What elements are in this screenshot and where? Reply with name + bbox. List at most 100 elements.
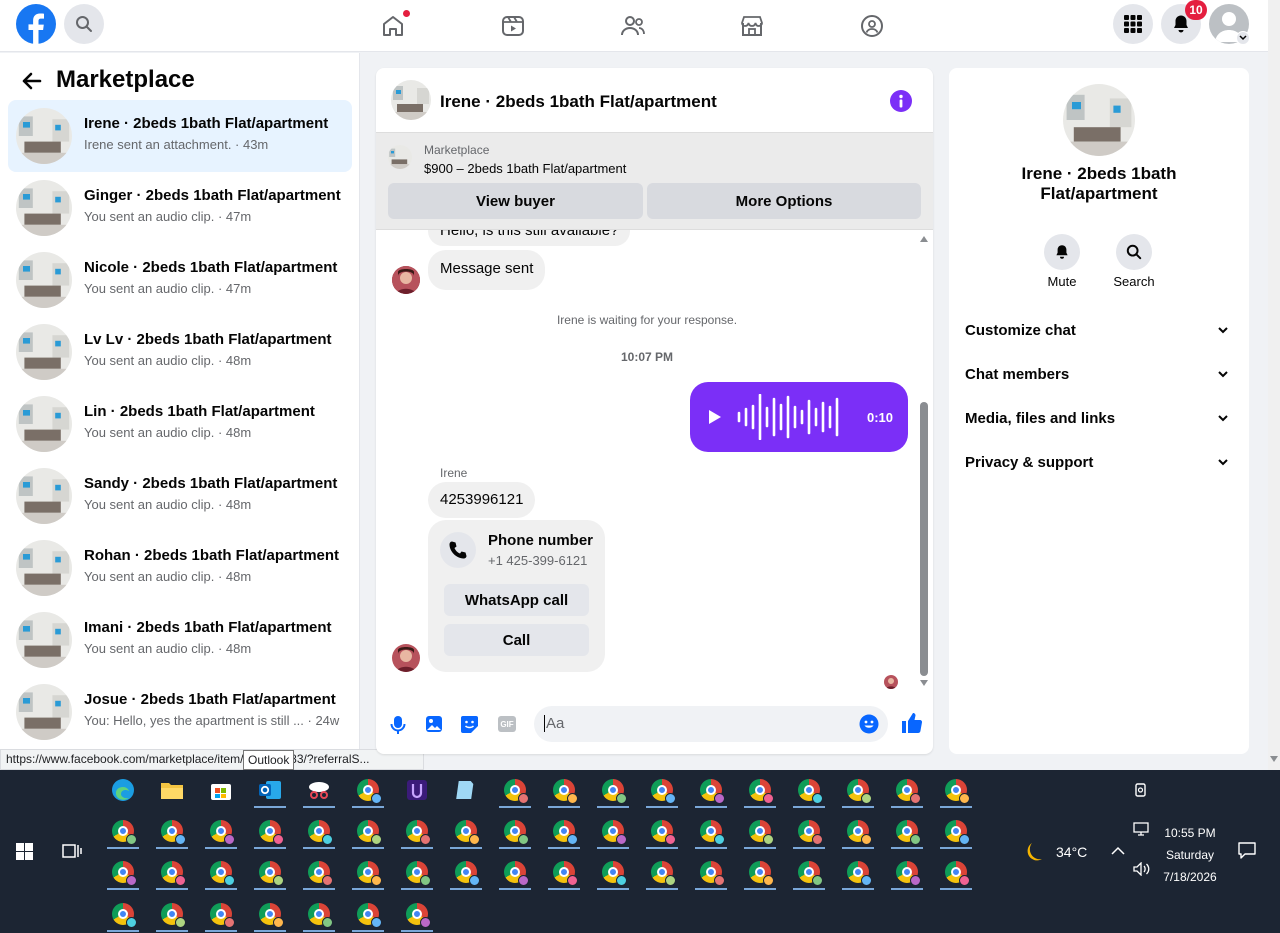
chrome-taskbar-button[interactable] [152,813,192,849]
chrome-taskbar-button[interactable] [936,772,976,808]
chrome-taskbar-button[interactable] [348,772,388,808]
media-files-links-section[interactable]: Media, files and links [965,410,1233,434]
chat-header-title[interactable]: Irene · 2beds 1bath Flat/apartment [440,92,717,112]
conversation-item[interactable]: Sandy · 2beds 1bath Flat/apartment You se… [8,460,352,532]
conversation-item[interactable]: Lv Lv · 2beds 1bath Flat/apartment You se… [8,316,352,388]
view-buyer-button[interactable]: View buyer [388,183,643,219]
chrome-taskbar-button[interactable] [789,772,829,808]
gif-icon[interactable]: GIF [498,716,516,732]
search-conversation-button[interactable] [1116,234,1152,270]
friends-tab[interactable] [617,10,649,42]
irene-avatar-2[interactable] [392,644,420,672]
chrome-taskbar-button[interactable] [593,813,633,849]
sticker-icon[interactable] [460,715,479,734]
edge-taskbar-button[interactable] [103,772,143,808]
chrome-taskbar-button[interactable] [593,854,633,890]
chevron-up-icon[interactable] [1111,846,1125,856]
network-icon[interactable] [1133,822,1151,836]
snipping-tool-taskbar-button[interactable] [299,772,339,808]
chrome-taskbar-button[interactable] [495,772,535,808]
store-taskbar-button[interactable] [201,772,241,808]
chrome-taskbar-button[interactable] [495,813,535,849]
chrome-taskbar-button[interactable] [887,813,927,849]
chrome-taskbar-button[interactable] [397,813,437,849]
conversation-item[interactable]: Nicole · 2beds 1bath Flat/apartment You s… [8,244,352,316]
chrome-taskbar-button[interactable] [642,854,682,890]
chrome-taskbar-button[interactable] [250,813,290,849]
conversation-item[interactable]: Rohan · 2beds 1bath Flat/apartment You se… [8,532,352,604]
page-scrollbar[interactable] [1268,0,1280,770]
chrome-taskbar-button[interactable] [691,772,731,808]
chrome-taskbar-button[interactable] [348,813,388,849]
chrome-taskbar-button[interactable] [691,854,731,890]
chrome-taskbar-button[interactable] [936,854,976,890]
outlook-taskbar-button[interactable] [250,772,290,808]
system-clock[interactable]: 10:55 PM Saturday 7/18/2026 [1155,822,1225,888]
mute-button[interactable] [1044,234,1080,270]
chat-header-avatar[interactable] [391,80,431,120]
chrome-taskbar-button[interactable] [544,854,584,890]
chrome-taskbar-button[interactable] [740,772,780,808]
chrome-taskbar-button[interactable] [691,813,731,849]
chrome-taskbar-button[interactable] [936,813,976,849]
listing-text[interactable]: $900 – 2beds 1bath Flat/apartment [424,161,626,176]
whatsapp-call-button[interactable]: WhatsApp call [444,584,589,616]
chrome-taskbar-button[interactable] [299,813,339,849]
chrome-taskbar-button[interactable] [103,854,143,890]
chrome-taskbar-button[interactable] [446,854,486,890]
conversation-info-button[interactable] [890,90,912,112]
conversation-item[interactable]: Irene · 2beds 1bath Flat/apartment Irene … [8,100,352,172]
chat-members-section[interactable]: Chat members [965,366,1233,390]
message-input[interactable]: Aa [534,706,888,742]
chrome-taskbar-button[interactable] [887,854,927,890]
facebook-logo[interactable] [16,4,56,44]
groups-tab[interactable] [856,10,888,42]
meet-now-icon[interactable] [1132,782,1150,798]
chrome-taskbar-button[interactable] [740,854,780,890]
chrome-taskbar-button[interactable] [642,813,682,849]
volume-icon[interactable] [1133,862,1151,876]
notification-center-icon[interactable] [1238,842,1256,859]
more-options-button[interactable]: More Options [647,183,921,219]
chrome-taskbar-button[interactable] [544,772,584,808]
partial-message-bubble[interactable]: Hello, is this still available? [428,230,631,246]
account-chevron[interactable] [1236,31,1250,45]
chrome-taskbar-button[interactable] [789,813,829,849]
task-view-icon[interactable] [62,842,82,860]
emoji-icon[interactable] [859,714,879,734]
windows-start-icon[interactable] [16,843,33,860]
video-tab[interactable] [497,10,529,42]
chrome-taskbar-button[interactable] [740,813,780,849]
thread-scrollbar[interactable] [918,230,930,690]
file-explorer-taskbar-button[interactable] [152,772,192,808]
chrome-taskbar-button[interactable] [397,854,437,890]
chrome-taskbar-button[interactable] [201,854,241,890]
chrome-taskbar-button[interactable] [152,854,192,890]
microphone-icon[interactable] [390,715,406,735]
chrome-taskbar-button[interactable] [446,813,486,849]
chrome-taskbar-button[interactable] [152,896,192,932]
chrome-taskbar-button[interactable] [495,854,535,890]
play-icon[interactable] [708,409,722,425]
moon-weather-icon[interactable] [1024,839,1050,865]
conversation-item[interactable]: Lin · 2beds 1bath Flat/apartment You sent… [8,388,352,460]
home-tab[interactable] [377,10,410,42]
audio-message-bubble[interactable]: 0:10 [690,382,908,452]
chrome-taskbar-button[interactable] [838,854,878,890]
chrome-taskbar-button[interactable] [299,896,339,932]
marketplace-tab[interactable] [736,10,768,42]
customize-chat-section[interactable]: Customize chat [965,322,1233,346]
chrome-taskbar-button[interactable] [348,896,388,932]
conversation-item[interactable]: Josue · 2beds 1bath Flat/apartment You: H… [8,676,352,748]
message-sent-bubble[interactable]: Message sent [428,250,546,290]
conversation-item[interactable]: Ginger · 2beds 1bath Flat/apartment You s… [8,172,352,244]
notepad-taskbar-button[interactable] [446,772,486,808]
chrome-taskbar-button[interactable] [250,896,290,932]
search-button[interactable] [64,4,104,44]
details-avatar[interactable] [1063,84,1135,156]
chrome-taskbar-button[interactable] [250,854,290,890]
chrome-taskbar-button[interactable] [642,772,682,808]
chrome-taskbar-button[interactable] [397,896,437,932]
chrome-taskbar-button[interactable] [103,896,143,932]
chrome-taskbar-button[interactable] [201,896,241,932]
